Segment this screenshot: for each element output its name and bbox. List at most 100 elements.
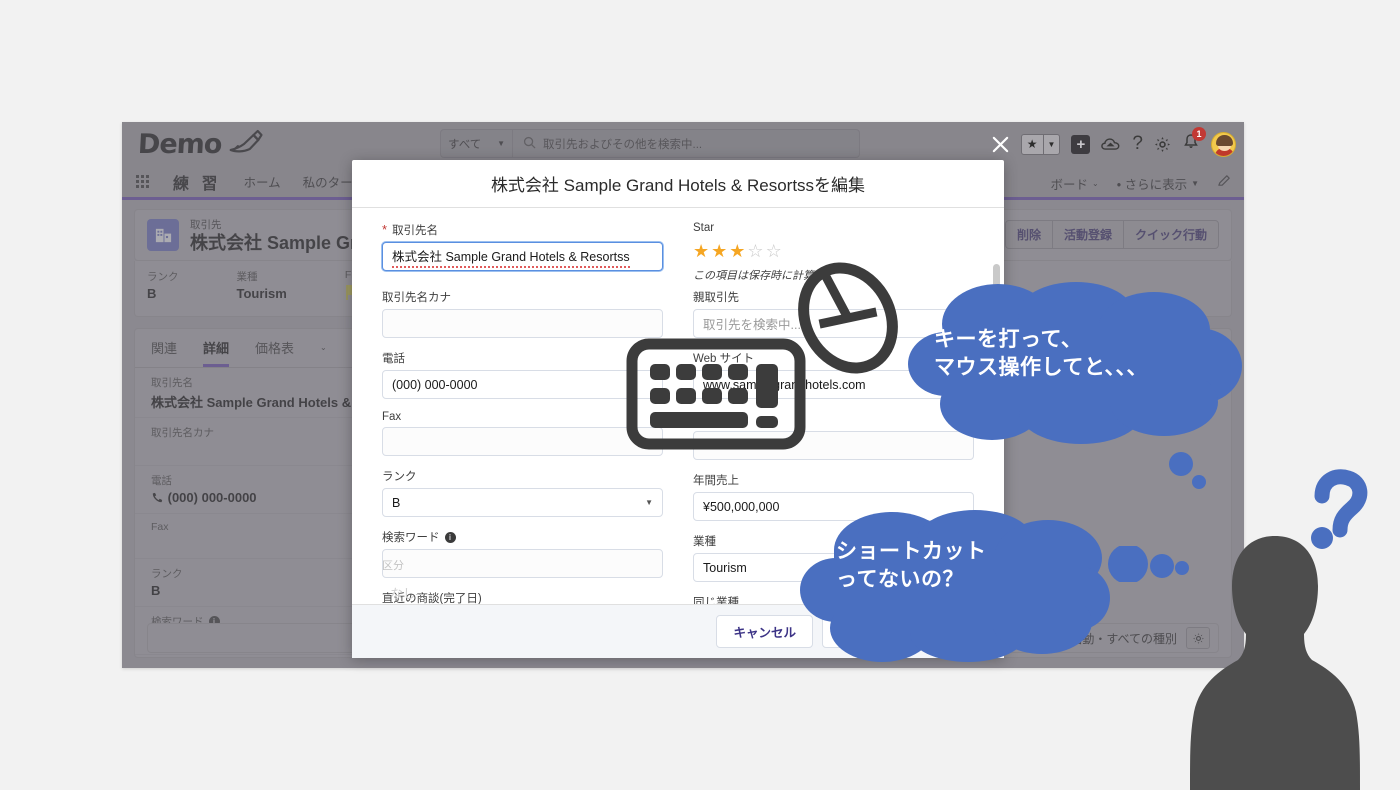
field-label: 業種 [236,271,258,283]
bubble-line-2: マウス操作してと、、、 [934,355,1149,379]
required-marker: * [382,222,388,238]
close-icon[interactable] [991,135,1010,154]
hidden-section-kubun: 区分 --なし-- [382,557,642,602]
add-icon[interactable]: + [1071,134,1091,154]
logo-text: Demo [137,128,223,160]
field-label: 親取引先 [693,292,739,304]
help-icon[interactable]: ? [1132,133,1143,155]
tab-overflow[interactable]: ⌄ [320,338,327,367]
star-filled-icon: ★ [693,241,712,261]
field-star: Star ★★★☆☆ この項目は保存時に計算さ [693,222,974,283]
search-placeholder: 取引先およびその他を検索中... [543,138,703,151]
field-label: Fax [382,411,402,423]
field-label: 業種 [693,536,716,548]
field-label: 検索ワード [382,532,440,544]
field-phone: 電話 (000) 000-0000 [382,350,663,399]
tab-pricelist[interactable]: 価格表 [255,338,294,367]
screenshot-stage: Demo すべて ▼ 取引先およびその他を検索中... 練 習 ホーム 私のター… [0,0,1400,790]
field-rank: ランク B ▼ [382,468,663,517]
notification-badge: 1 [1192,126,1206,141]
nav-item-home[interactable]: ホーム [243,172,280,191]
modal-header: 株式会社 Sample Grand Hotels & Resortssを編集 [352,160,1004,208]
field-value: www.samplegrandhotels.com [703,377,866,392]
app-launcher-grid-icon[interactable] [136,175,149,188]
bubble-text: ショートカット ってないの？ [836,538,987,593]
field-account-name-kana: 取引先名カナ [382,289,663,338]
search-scope-dropdown[interactable]: すべて ▼ [441,130,513,157]
cloud-icon[interactable] [1101,136,1121,153]
field-label: 従業員数 [693,414,739,426]
speech-bubble-typing: キーを打って、 マウス操作してと、、、 [906,282,1246,444]
highlight-industry: 業種 Tourism [237,269,287,306]
chevron-down-icon: ▼ [1191,178,1199,188]
global-search[interactable]: すべて ▼ 取引先およびその他を検索中... [440,129,860,158]
person-silhouette-icon [1190,528,1360,790]
app-name-label: 練 習 [173,175,222,193]
field-value: --なし-- [382,587,424,601]
app-logo[interactable]: Demo [137,128,264,161]
nav-item-label: ホーム [243,176,281,190]
star-rating: ★★★☆☆ [693,238,974,265]
chevron-down-icon[interactable]: ▼ [1044,140,1060,149]
field-account-name: * 取引先名 株式会社 Sample Grand Hotels & Resort… [382,222,663,271]
delete-button[interactable]: 削除 [1006,221,1053,248]
cancel-button[interactable]: キャンセル [716,615,813,648]
bubble-line-1: ショートカット [836,540,987,563]
field-label: 年間売上 [693,475,739,487]
field-placeholder: 取引先を検索中... [703,318,801,332]
rank-select[interactable]: B ▼ [382,488,663,517]
info-icon[interactable]: i [444,531,456,543]
star-filled-icon: ★ [729,241,748,261]
account-name-kana-input[interactable] [382,309,663,338]
nav-item-board[interactable]: ボード ⌄ [1051,174,1099,193]
nav-item-label: ボード [1050,177,1089,192]
speech-bubble-shortcut: ショートカット ってないの？ [800,510,1110,662]
nav-right-group: ボード ⌄ • さらに表示 ▼ [1051,166,1233,200]
tab-related[interactable]: 関連 [151,338,177,367]
modal-title: 株式会社 Sample Grand Hotels & Resortssを編集 [490,176,866,195]
phone-icon [151,490,168,505]
global-header-icons: ★ ▼ + ? 1 [991,122,1236,166]
notifications-bell-icon[interactable]: 1 [1182,126,1206,156]
field-value: Tourism [236,286,287,301]
writing-hand-icon [228,128,264,161]
field-value: Tourism [703,560,747,575]
field-label: 区分 [382,560,404,572]
log-activity-button[interactable]: 活動登録 [1053,221,1124,248]
fax-input[interactable] [382,427,663,456]
star-empty-icon: ☆ [765,241,784,261]
field-helper-text: この項目は保存時に計算さ [693,270,825,282]
star-empty-icon: ☆ [747,241,766,261]
field-value: B [392,495,401,510]
phone-input[interactable]: (000) 000-0000 [382,370,663,399]
field-label: ランク [382,471,417,483]
pencil-icon[interactable] [1217,173,1232,193]
highlight-rank: ランク B [147,269,179,306]
setup-gear-icon[interactable] [1154,136,1171,153]
field-value: ¥500,000,000 [703,499,780,514]
bubble-line-2: ってないの？ [836,567,964,591]
field-label: 同じ業種 [693,597,739,604]
chevron-down-icon: ▼ [497,139,505,148]
field-label: ランク [147,271,179,283]
field-label: Star [693,222,715,234]
field-value: B [147,286,157,301]
favorite-button[interactable]: ★ ▼ [1020,133,1061,155]
account-name-input[interactable]: 株式会社 Sample Grand Hotels & Resortss [382,242,663,271]
favorite-star-icon: ★ [1026,137,1038,151]
field-label: Web サイト [693,353,755,365]
field-value: 株式会社 Sample Grand Hotels & Resortss [392,246,630,268]
search-input[interactable]: 取引先およびその他を検索中... [513,130,859,157]
field-label: 取引先名 [392,225,439,237]
quick-action-button[interactable]: クイック行動 [1124,221,1218,248]
nav-item-more[interactable]: • さらに表示 ▼ [1117,174,1199,193]
chevron-down-icon: ⌄ [1092,178,1099,188]
search-scope-label: すべて [448,138,482,151]
record-action-buttons: 削除 活動登録 クイック行動 [1004,220,1219,249]
avatar[interactable] [1211,131,1236,157]
account-building-icon [147,219,179,251]
modal-left-column: * 取引先名 株式会社 Sample Grand Hotels & Resort… [382,222,663,604]
field-label: 取引先名カナ [382,292,451,304]
tab-details[interactable]: 詳細 [203,338,230,367]
bubble-line-1: キーを打って、 [934,328,1083,351]
